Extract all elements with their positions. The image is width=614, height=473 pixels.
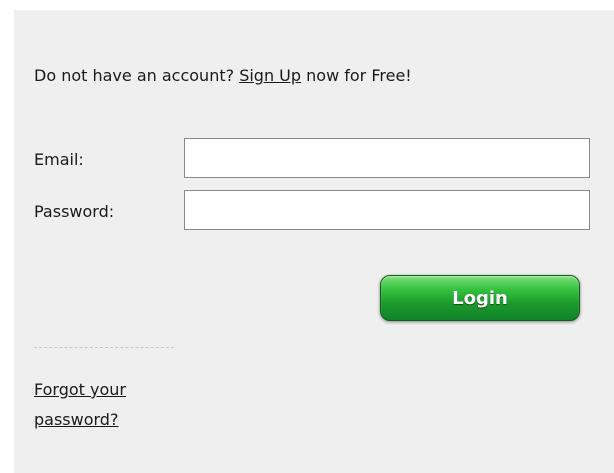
password-field[interactable] [184, 190, 590, 230]
signup-prompt-suffix: now for Free! [306, 66, 412, 85]
signup-prompt-prefix: Do not have an account? [34, 66, 235, 85]
password-label: Password: [34, 202, 115, 221]
email-field[interactable] [184, 138, 590, 178]
signup-prompt: Do not have an account? Sign Up now for … [34, 66, 412, 86]
forgot-password-link[interactable]: Forgot your password? [34, 375, 164, 435]
login-panel: Do not have an account? Sign Up now for … [14, 10, 614, 473]
login-button[interactable]: Login [380, 275, 580, 321]
divider [34, 347, 174, 348]
sign-up-link[interactable]: Sign Up [239, 66, 301, 85]
email-label: Email: [34, 150, 84, 169]
